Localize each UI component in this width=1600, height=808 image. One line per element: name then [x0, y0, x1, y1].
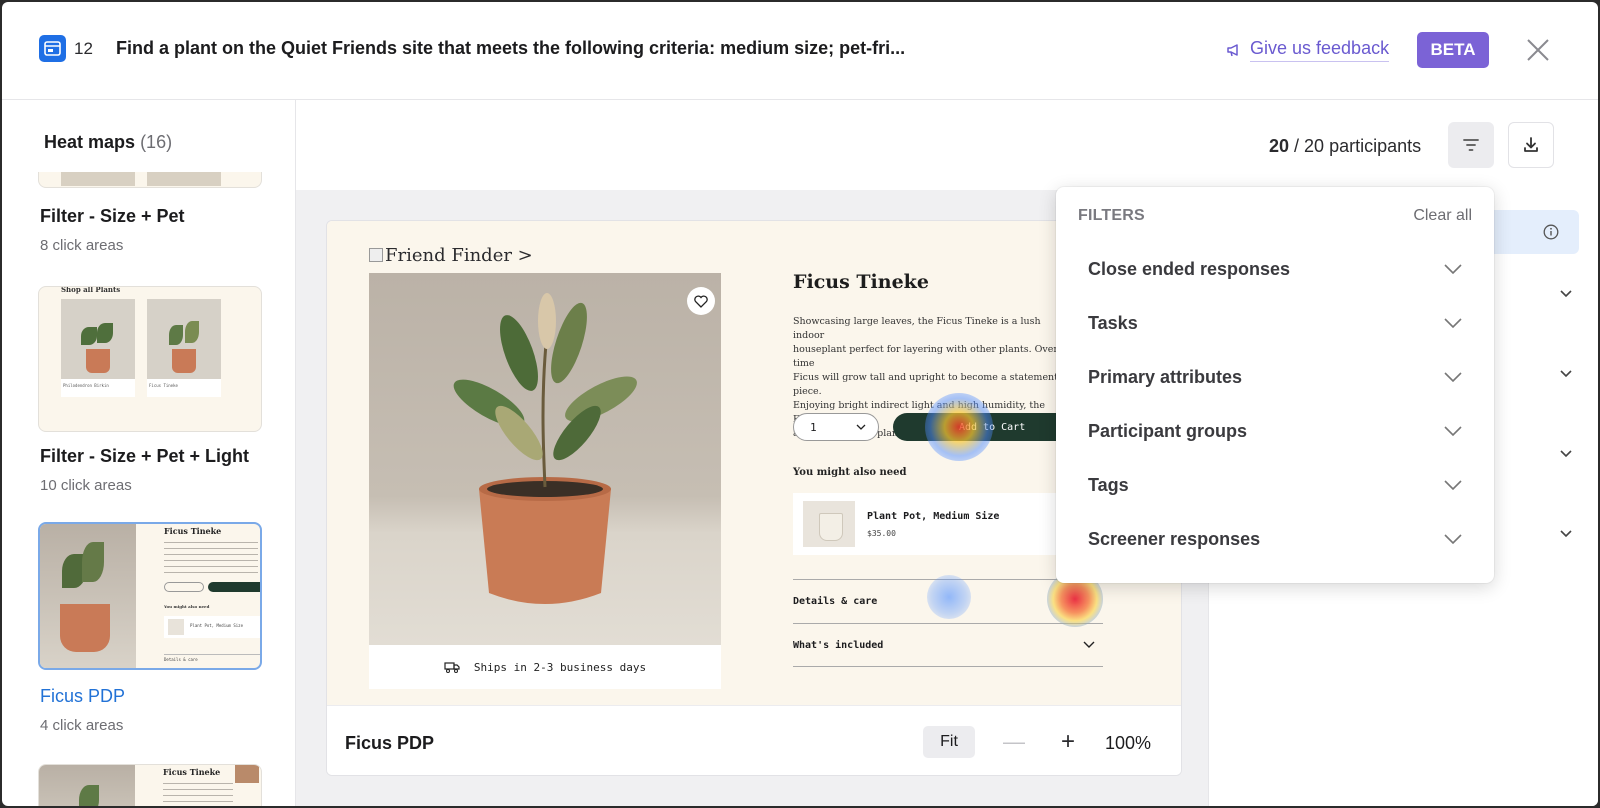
thumbnail-heading: Shop all Plants [61, 286, 121, 294]
heatmap-modal: 12 Find a plant on the Quiet Friends sit… [2, 2, 1598, 806]
heatmap-item-clicks: 10 click areas [40, 477, 132, 494]
download-button[interactable] [1508, 122, 1554, 168]
chevron-down-icon [1444, 480, 1462, 490]
heatmap-item-name[interactable]: Filter - Size + Pet [40, 206, 185, 227]
filter-close-ended-responses[interactable]: Close ended responses [1088, 247, 1462, 291]
included-accordion[interactable]: What's included [793, 623, 1103, 667]
related-product-price: $35.00 [867, 529, 896, 538]
heatmap-item-name[interactable]: Filter - Size + Pet + Light [40, 446, 249, 467]
task-number: 12 [74, 39, 93, 58]
modal-header: 12 Find a plant on the Quiet Friends sit… [2, 2, 1598, 100]
chevron-down-icon [1083, 641, 1095, 648]
filter-icon [1463, 139, 1479, 151]
details-accordion[interactable]: Details & care [793, 579, 1103, 623]
thumbnail-section: You might also need [164, 604, 210, 609]
thumbnail-heading: Ficus Tineke [163, 767, 221, 777]
heatmap-count: (16) [140, 132, 173, 152]
preview-title: Ficus PDP [345, 733, 435, 753]
product-title: Ficus Tineke [793, 271, 929, 293]
thumbnail-product: Ficus Tineke [149, 383, 178, 388]
filters-dropdown: FILTERS Clear all Close ended responses … [1056, 187, 1494, 583]
task-icon [39, 35, 66, 62]
filter-participant-groups[interactable]: Participant groups [1088, 409, 1462, 453]
truck-icon [444, 662, 460, 673]
also-need-heading: You might also need [793, 467, 907, 478]
broken-image-icon [369, 248, 383, 262]
page-screenshot: Friend Finder > Ships in 2-3 business da… [327, 221, 1181, 705]
chevron-down-icon [1444, 318, 1462, 328]
heatmap-thumbnail[interactable] [38, 172, 262, 188]
filter-tags[interactable]: Tags [1088, 463, 1462, 507]
heatmap-thumbnail-selected[interactable]: Ficus Tineke You might also need Plant P… [38, 522, 262, 670]
heatmap-sidebar: Heat maps (16) Filter - Size + Pet 8 cli… [2, 100, 296, 806]
thumbnail-heading: Ficus Tineke [164, 526, 222, 536]
thumbnail-product: Plant Pot, Medium Size [190, 623, 243, 628]
clear-all-button[interactable]: Clear all [1413, 207, 1472, 225]
preview-footer: Ficus PDP Fit — + 100% [327, 705, 1181, 775]
thumbnail-accordion: Details & care [164, 657, 198, 662]
page-preview-frame: Friend Finder > Ships in 2-3 business da… [326, 220, 1182, 776]
filter-button[interactable] [1448, 122, 1494, 168]
main-toolbar: 20 / 20 participants [296, 100, 1598, 190]
quantity-select[interactable]: 1 [793, 413, 879, 441]
related-product-name: Plant Pot, Medium Size [867, 511, 1000, 522]
breadcrumb: Friend Finder > [369, 245, 533, 266]
zoom-in-button[interactable]: + [1053, 726, 1083, 758]
shipping-info: Ships in 2-3 business days [369, 645, 721, 689]
task-title: Find a plant on the Quiet Friends site t… [116, 38, 906, 58]
filters-heading: FILTERS [1078, 207, 1145, 224]
info-icon [1543, 224, 1559, 240]
heatmap-thumbnail[interactable]: Ficus Tineke [38, 764, 262, 806]
zoom-level: 100% [1105, 733, 1152, 753]
heart-icon[interactable] [687, 287, 715, 315]
chevron-down-icon[interactable] [1559, 366, 1573, 380]
chevron-down-icon[interactable] [1559, 286, 1573, 300]
heatmap-thumbnail[interactable]: Shop all Plants Philodendron Birkin Ficu… [38, 286, 262, 432]
heatmap-item-name-active[interactable]: Ficus PDP [40, 686, 125, 707]
feedback-link[interactable]: Give us feedback [1226, 38, 1390, 62]
zoom-out-button[interactable]: — [999, 726, 1029, 758]
heatmap-item-clicks: 4 click areas [40, 717, 124, 734]
megaphone-icon [1227, 44, 1238, 57]
filter-tasks[interactable]: Tasks [1088, 301, 1462, 345]
chevron-down-icon[interactable] [1559, 526, 1573, 540]
close-icon[interactable] [1525, 37, 1551, 63]
participants-count: 20 / 20 participants [1269, 136, 1422, 156]
fit-button[interactable]: Fit [923, 726, 975, 758]
feedback-label: Give us feedback [1250, 38, 1390, 62]
sidebar-title: Heat maps (16) [44, 132, 173, 152]
chevron-down-icon [1444, 534, 1462, 544]
filter-screener-responses[interactable]: Screener responses [1088, 517, 1462, 561]
chevron-down-icon [1444, 426, 1462, 436]
product-photo [369, 273, 721, 645]
chevron-down-icon[interactable] [1559, 446, 1573, 460]
beta-badge: BETA [1417, 32, 1489, 68]
heatmap-item-clicks: 8 click areas [40, 237, 124, 254]
filter-primary-attributes[interactable]: Primary attributes [1088, 355, 1462, 399]
thumbnail-product: Philodendron Birkin [63, 383, 109, 388]
chevron-down-icon [1444, 372, 1462, 382]
download-icon [1524, 137, 1538, 152]
info-row[interactable] [1479, 210, 1579, 254]
chevron-down-icon [856, 424, 866, 430]
chevron-down-icon [1444, 264, 1462, 274]
